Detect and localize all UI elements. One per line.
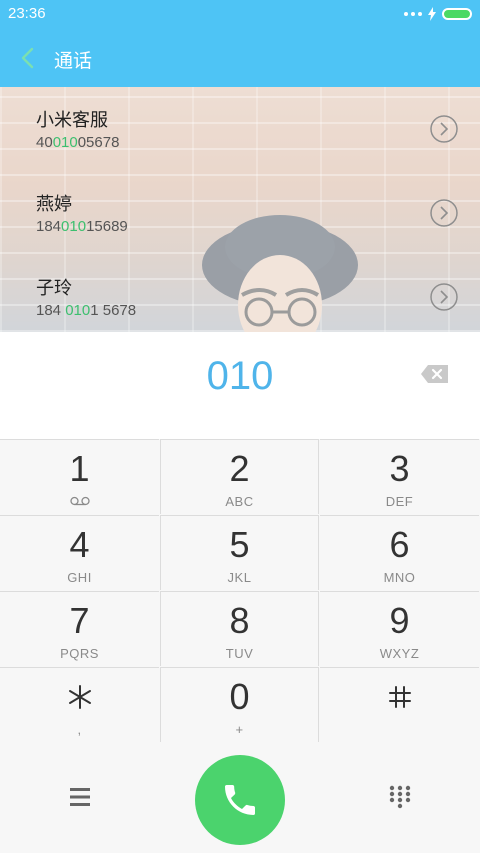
key-digit: 7 xyxy=(69,600,90,641)
key-digit: 9 xyxy=(389,600,410,641)
key-digit: 5 xyxy=(229,524,250,565)
key-letters: WXYZ xyxy=(379,646,420,661)
contact-number: 4001005678 xyxy=(36,134,120,151)
dial-input-bar: 010 xyxy=(0,332,480,439)
result-row-3[interactable]: 子玲 184 0101 5678 xyxy=(0,255,480,332)
key-letters: JKL xyxy=(227,570,252,585)
dial-keypad: 1 2 ABC 3 DEF 4 GHI 5 JKL 6 MNO 7 PQRS 8… xyxy=(0,439,480,742)
status-icons xyxy=(404,6,472,22)
menu-icon[interactable] xyxy=(68,786,92,808)
hash-icon xyxy=(389,686,411,708)
more-dots-icon xyxy=(404,12,422,16)
key-5[interactable]: 5 JKL xyxy=(160,515,319,590)
contact-number: 18401015689 xyxy=(36,218,128,235)
dialpad-icon[interactable] xyxy=(388,784,412,810)
contact-number: 184 0101 5678 xyxy=(36,302,137,319)
key-digit: 6 xyxy=(389,524,410,565)
contact-detail-icon[interactable] xyxy=(430,199,458,227)
contact-name: 小米客服 xyxy=(36,110,108,130)
result-row-2[interactable]: 燕婷 18401015689 xyxy=(0,171,480,255)
asterisk-icon xyxy=(69,685,91,709)
phone-icon xyxy=(225,785,255,815)
status-time: 23:36 xyxy=(8,5,46,22)
key-digit: 3 xyxy=(389,448,410,489)
key-letters: ABC xyxy=(225,494,254,509)
key-1[interactable]: 1 xyxy=(0,439,159,514)
charging-icon xyxy=(428,7,436,21)
contact-detail-icon[interactable] xyxy=(430,283,458,311)
key-letters: MNO xyxy=(383,570,416,585)
page-title: 通话 xyxy=(54,51,93,72)
key-9[interactable]: 9 WXYZ xyxy=(320,591,479,666)
key-hash[interactable] xyxy=(320,667,479,742)
key-7[interactable]: 7 PQRS xyxy=(0,591,159,666)
key-letters: DEF xyxy=(385,494,414,509)
contact-name: 子玲 xyxy=(36,278,72,298)
key-digit: 4 xyxy=(69,524,90,565)
app-bar: 通话 xyxy=(0,28,480,87)
key-letters: + xyxy=(235,722,244,737)
key-letters: TUV xyxy=(225,646,254,661)
battery-icon xyxy=(442,8,472,20)
key-4[interactable]: 4 GHI xyxy=(0,515,159,590)
key-6[interactable]: 6 MNO xyxy=(320,515,479,590)
status-bar: 23:36 xyxy=(0,0,480,28)
key-digit: 0 xyxy=(229,676,250,717)
contact-detail-icon[interactable] xyxy=(430,115,458,143)
key-star[interactable]: , xyxy=(0,667,159,742)
contact-name: 燕婷 xyxy=(36,194,72,214)
key-letters: PQRS xyxy=(60,646,99,661)
key-digit: 8 xyxy=(229,600,250,641)
result-row-1[interactable]: 小米客服 4001005678 xyxy=(0,87,480,171)
key-8[interactable]: 8 TUV xyxy=(160,591,319,666)
backspace-icon[interactable] xyxy=(420,363,450,385)
bottom-bar xyxy=(0,742,480,853)
search-results: 小米客服 4001005678 燕婷 18401015689 子玲 184 01… xyxy=(0,87,480,332)
key-digit: 2 xyxy=(229,448,250,489)
key-0[interactable]: 0 + xyxy=(160,667,319,742)
call-button[interactable] xyxy=(195,755,285,845)
dial-input[interactable]: 010 xyxy=(0,354,480,399)
key-letters: GHI xyxy=(67,570,92,585)
back-icon[interactable] xyxy=(18,45,40,71)
key-3[interactable]: 3 DEF xyxy=(320,439,479,514)
key-2[interactable]: 2 ABC xyxy=(160,439,319,514)
key-letters: , xyxy=(77,722,82,737)
key-digit: 1 xyxy=(69,448,90,489)
voicemail-icon xyxy=(70,496,90,506)
